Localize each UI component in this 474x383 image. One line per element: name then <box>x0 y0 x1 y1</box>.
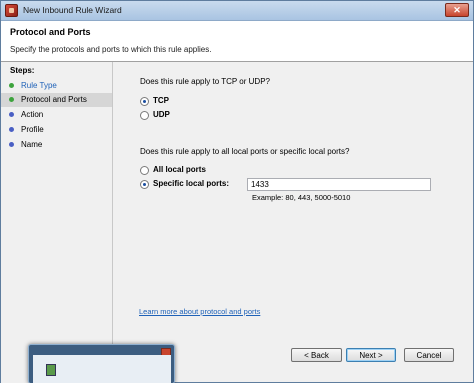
all-local-ports-label: All local ports <box>153 165 206 174</box>
wizard-window: New Inbound Rule Wizard ✕ Protocol and P… <box>0 0 474 383</box>
step-name[interactable]: Name <box>1 138 112 152</box>
step-status-dot-icon <box>9 127 14 132</box>
page-title: Protocol and Ports <box>10 27 91 37</box>
tcp-label: TCP <box>153 96 169 105</box>
title-bar: New Inbound Rule Wizard ✕ <box>1 1 473 21</box>
specific-local-ports-radio[interactable]: Specific local ports: <box>140 179 245 191</box>
udp-label: UDP <box>153 110 170 119</box>
step-protocol-and-ports[interactable]: Protocol and Ports <box>1 93 112 107</box>
close-button[interactable]: ✕ <box>445 3 469 17</box>
ports-question: Does this rule apply to all local ports … <box>140 147 350 156</box>
window-title: New Inbound Rule Wizard <box>23 5 122 15</box>
tcp-radio[interactable]: TCP <box>140 96 200 108</box>
step-label: Rule Type <box>21 81 57 90</box>
thumbnail-app-icon <box>46 364 56 376</box>
radio-unchecked-icon <box>140 111 149 120</box>
steps-panel: Steps: Rule Type Protocol and Ports Acti… <box>1 62 113 383</box>
steps-title: Steps: <box>10 66 35 75</box>
next-button[interactable]: Next > <box>346 348 396 362</box>
wizard-header: Protocol and Ports Specify the protocols… <box>1 21 473 62</box>
firewall-icon <box>5 4 18 17</box>
step-label: Name <box>21 140 43 149</box>
step-action[interactable]: Action <box>1 108 112 122</box>
step-profile[interactable]: Profile <box>1 123 112 137</box>
step-status-dot-icon <box>9 142 14 147</box>
back-button[interactable]: < Back <box>291 348 342 362</box>
all-local-ports-radio[interactable]: All local ports <box>140 165 240 177</box>
step-status-dot-icon <box>9 83 14 88</box>
protocol-question: Does this rule apply to TCP or UDP? <box>140 77 270 86</box>
radio-checked-icon <box>140 97 149 106</box>
step-label: Action <box>21 110 44 119</box>
step-status-dot-icon <box>9 112 14 117</box>
step-label: Profile <box>21 125 44 134</box>
udp-radio[interactable]: UDP <box>140 110 200 122</box>
radio-unchecked-icon <box>140 166 149 175</box>
radio-checked-icon <box>140 180 149 189</box>
step-label: Protocol and Ports <box>21 95 87 104</box>
page-subtitle: Specify the protocols and ports to which… <box>10 45 212 54</box>
thumbnail-window-image <box>33 355 171 383</box>
taskbar-thumbnail-preview[interactable] <box>28 344 175 383</box>
ports-example: Example: 80, 443, 5000-5010 <box>252 193 351 202</box>
learn-more-link[interactable]: Learn more about protocol and ports <box>139 307 260 316</box>
specific-ports-input[interactable] <box>247 178 431 191</box>
step-status-dot-icon <box>9 97 14 102</box>
specific-local-ports-label: Specific local ports: <box>153 179 230 188</box>
step-rule-type[interactable]: Rule Type <box>1 79 112 93</box>
cancel-button[interactable]: Cancel <box>404 348 454 362</box>
main-content: Does this rule apply to TCP or UDP? TCP … <box>114 62 473 383</box>
